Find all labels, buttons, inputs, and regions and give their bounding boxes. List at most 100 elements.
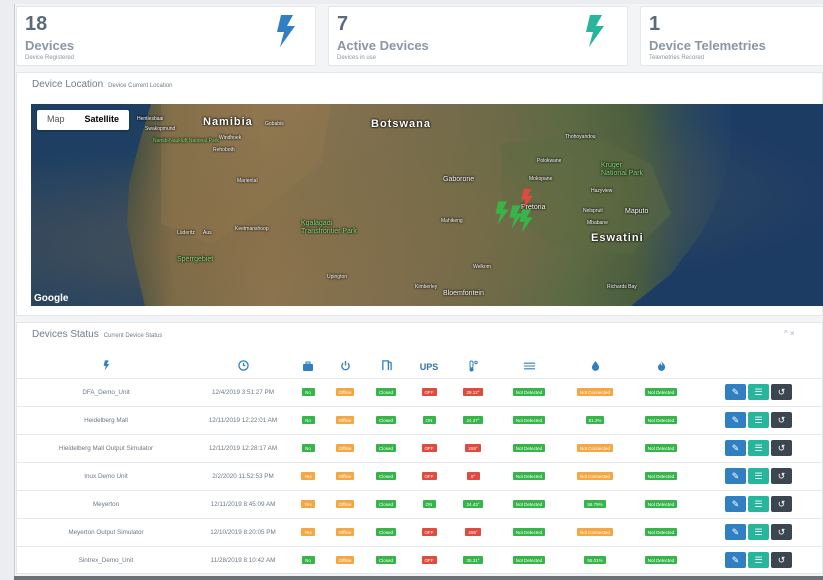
temperature-status-cell: 24.37° xyxy=(450,405,496,434)
map-label-botswana: Botswana xyxy=(371,118,431,130)
edit-button[interactable]: ✎ xyxy=(725,440,746,456)
device-marker-bolt-icon[interactable] xyxy=(518,208,534,234)
telemetries-title: Device Telemetries xyxy=(649,38,766,53)
humidity-status-cell: 59.79% xyxy=(562,489,628,518)
map-label-mbabane: Mbabane xyxy=(587,220,608,226)
map-label-luderitz: Lüderitz xyxy=(177,230,195,236)
door-status-badge: Closed xyxy=(375,416,396,424)
power-status-badge: Offline xyxy=(335,416,355,424)
table-header-row: UPS xyxy=(16,356,823,378)
temperature-status-cell: 29.12° xyxy=(450,377,496,406)
devices-status-table: UPS DFA_Demo_Unit 12/4/2019 3:51:27 PM No O… xyxy=(16,356,823,574)
device-name-cell: DFA_Demo_Unit xyxy=(16,377,196,406)
history-button[interactable]: ↺ xyxy=(771,440,792,456)
devices-status-subtitle: Current Device Status xyxy=(103,333,163,339)
ups-status-badge: OFF xyxy=(421,528,437,536)
map-label-keetmanshoop: Keetmanshoop xyxy=(235,226,269,232)
history-button[interactable]: ↺ xyxy=(771,496,792,512)
edit-button[interactable]: ✎ xyxy=(725,384,746,400)
table-row[interactable]: Meyerton Output Simulator 12/10/2019 8:20… xyxy=(16,517,823,546)
map-label-thohoyandou: Thohoyandou xyxy=(565,134,596,140)
ups-status-badge: OFF xyxy=(421,472,437,480)
card-active-devices[interactable]: 7 Active Devices Devices in use xyxy=(328,6,628,66)
map-type-toggle[interactable]: Map Satellite xyxy=(37,110,130,130)
humidity-status-cell: Not Connected xyxy=(562,433,628,462)
edit-button[interactable]: ✎ xyxy=(725,412,746,428)
edit-button[interactable]: ✎ xyxy=(725,496,746,512)
history-button[interactable]: ↺ xyxy=(771,468,792,484)
col-ups: UPS xyxy=(419,361,439,372)
toolbox-status-badge: Yes xyxy=(301,472,315,480)
history-button[interactable]: ↺ xyxy=(771,412,792,428)
map-label-mokopane: Mokopane xyxy=(529,176,553,182)
last-seen-cell: 12/4/2019 3:51:27 PM xyxy=(196,377,290,406)
water-drop-icon xyxy=(591,361,599,372)
table-row[interactable]: Meyerton 12/11/2019 8:45:09 AM Yes Offline C… xyxy=(16,489,823,518)
fire-status-cell: Not Detected xyxy=(628,517,694,546)
history-button[interactable]: ↺ xyxy=(771,552,792,569)
list-button[interactable]: ☰ xyxy=(748,440,769,456)
smoke-status-cell: Not Detected xyxy=(496,489,562,518)
power-status-cell: Offline xyxy=(326,545,364,574)
table-row[interactable]: Heidelberg Mall 12/11/2019 12:22:01 AM No O… xyxy=(16,405,823,434)
list-button[interactable]: ☰ xyxy=(748,552,769,569)
card-devices[interactable]: 18 Devices Device Registered xyxy=(16,6,316,66)
power-status-cell: Offline xyxy=(326,461,364,490)
smoke-status-cell: Not Detected xyxy=(496,377,562,406)
door-status-cell: Closed xyxy=(364,461,408,490)
device-marker-alert-bolt-icon[interactable] xyxy=(520,188,534,210)
door-status-badge: Closed xyxy=(375,500,396,508)
list-button[interactable]: ☰ xyxy=(748,496,769,512)
fire-status-badge: Not Detected xyxy=(644,556,678,565)
device-name-cell: Inux Demo Unit xyxy=(16,461,196,490)
active-devices-subtitle: Devices in use xyxy=(337,55,377,61)
row-actions: ✎ ☰ ↺ xyxy=(694,461,823,490)
humidity-status-cell: Not Connected xyxy=(562,517,628,546)
temperature-status-cell: 255° xyxy=(450,433,496,462)
device-name-cell: Meyerton xyxy=(16,489,196,518)
table-row[interactable]: Inux Demo Unit 2/2/2020 11:52:53 PM Yes Off… xyxy=(16,461,823,490)
panel-window-controls[interactable]: ^ × xyxy=(784,329,795,338)
row-actions: ✎ ☰ ↺ xyxy=(694,545,823,574)
map-label-mahikeng: Mahikeng xyxy=(441,218,463,224)
card-device-telemetries[interactable]: 1 Device Telemetries Telemetries Recored xyxy=(640,6,823,66)
toolbox-status-cell: No xyxy=(290,433,326,462)
power-status-badge: Offline xyxy=(335,556,355,565)
bolt-icon xyxy=(586,15,604,47)
flame-icon xyxy=(657,361,665,372)
ups-status-cell: OFF xyxy=(408,377,450,406)
table-row[interactable]: Hieidelberg Mall Output Simulator 12/11/2… xyxy=(16,433,823,462)
smoke-status-badge: Not Detected xyxy=(512,472,546,480)
list-button[interactable]: ☰ xyxy=(748,384,769,400)
devices-status-header: Devices Status Current Device Status xyxy=(32,329,162,340)
temperature-status-badge: 29.12° xyxy=(463,388,483,396)
map-label-kimberley: Kimberley xyxy=(415,284,438,290)
edit-icon: ✎ xyxy=(731,499,740,509)
table-row[interactable]: DFA_Demo_Unit 12/4/2019 3:51:27 PM No Offli… xyxy=(16,377,823,406)
table-row[interactable]: Sintrex_Demo_Unit 11/28/2019 8:10:42 AM No… xyxy=(16,545,823,574)
satellite-map[interactable]: Namibia Gobabis Botswana Hentiesbaai Swa… xyxy=(31,104,823,306)
toolbox-status-cell: No xyxy=(290,377,326,406)
temperature-status-cell: 255° xyxy=(450,517,496,546)
toolbox-status-badge: No xyxy=(301,416,315,424)
edit-icon: ✎ xyxy=(731,471,740,481)
list-button[interactable]: ☰ xyxy=(748,468,769,484)
history-button[interactable]: ↺ xyxy=(771,384,792,400)
edit-button[interactable]: ✎ xyxy=(725,552,746,569)
edit-button[interactable]: ✎ xyxy=(725,468,746,484)
device-location-header: Device Location Device Current Location xyxy=(32,79,173,90)
temperature-status-badge: 24.37° xyxy=(463,416,483,424)
toolbox-status-badge: Yes xyxy=(301,528,315,536)
edit-icon: ✎ xyxy=(731,527,740,537)
list-button[interactable]: ☰ xyxy=(748,412,769,428)
active-devices-count: 7 xyxy=(337,13,349,35)
history-button[interactable]: ↺ xyxy=(771,524,792,540)
map-type-map[interactable]: Map xyxy=(37,110,75,130)
edit-button[interactable]: ✎ xyxy=(725,524,746,540)
devices-status-title: Devices Status xyxy=(32,329,99,340)
row-actions: ✎ ☰ ↺ xyxy=(694,489,823,518)
temperature-status-badge: 0° xyxy=(466,472,480,480)
temperature-status-cell: 0° xyxy=(450,461,496,490)
list-button[interactable]: ☰ xyxy=(748,524,769,540)
map-type-satellite[interactable]: Satellite xyxy=(75,110,130,130)
